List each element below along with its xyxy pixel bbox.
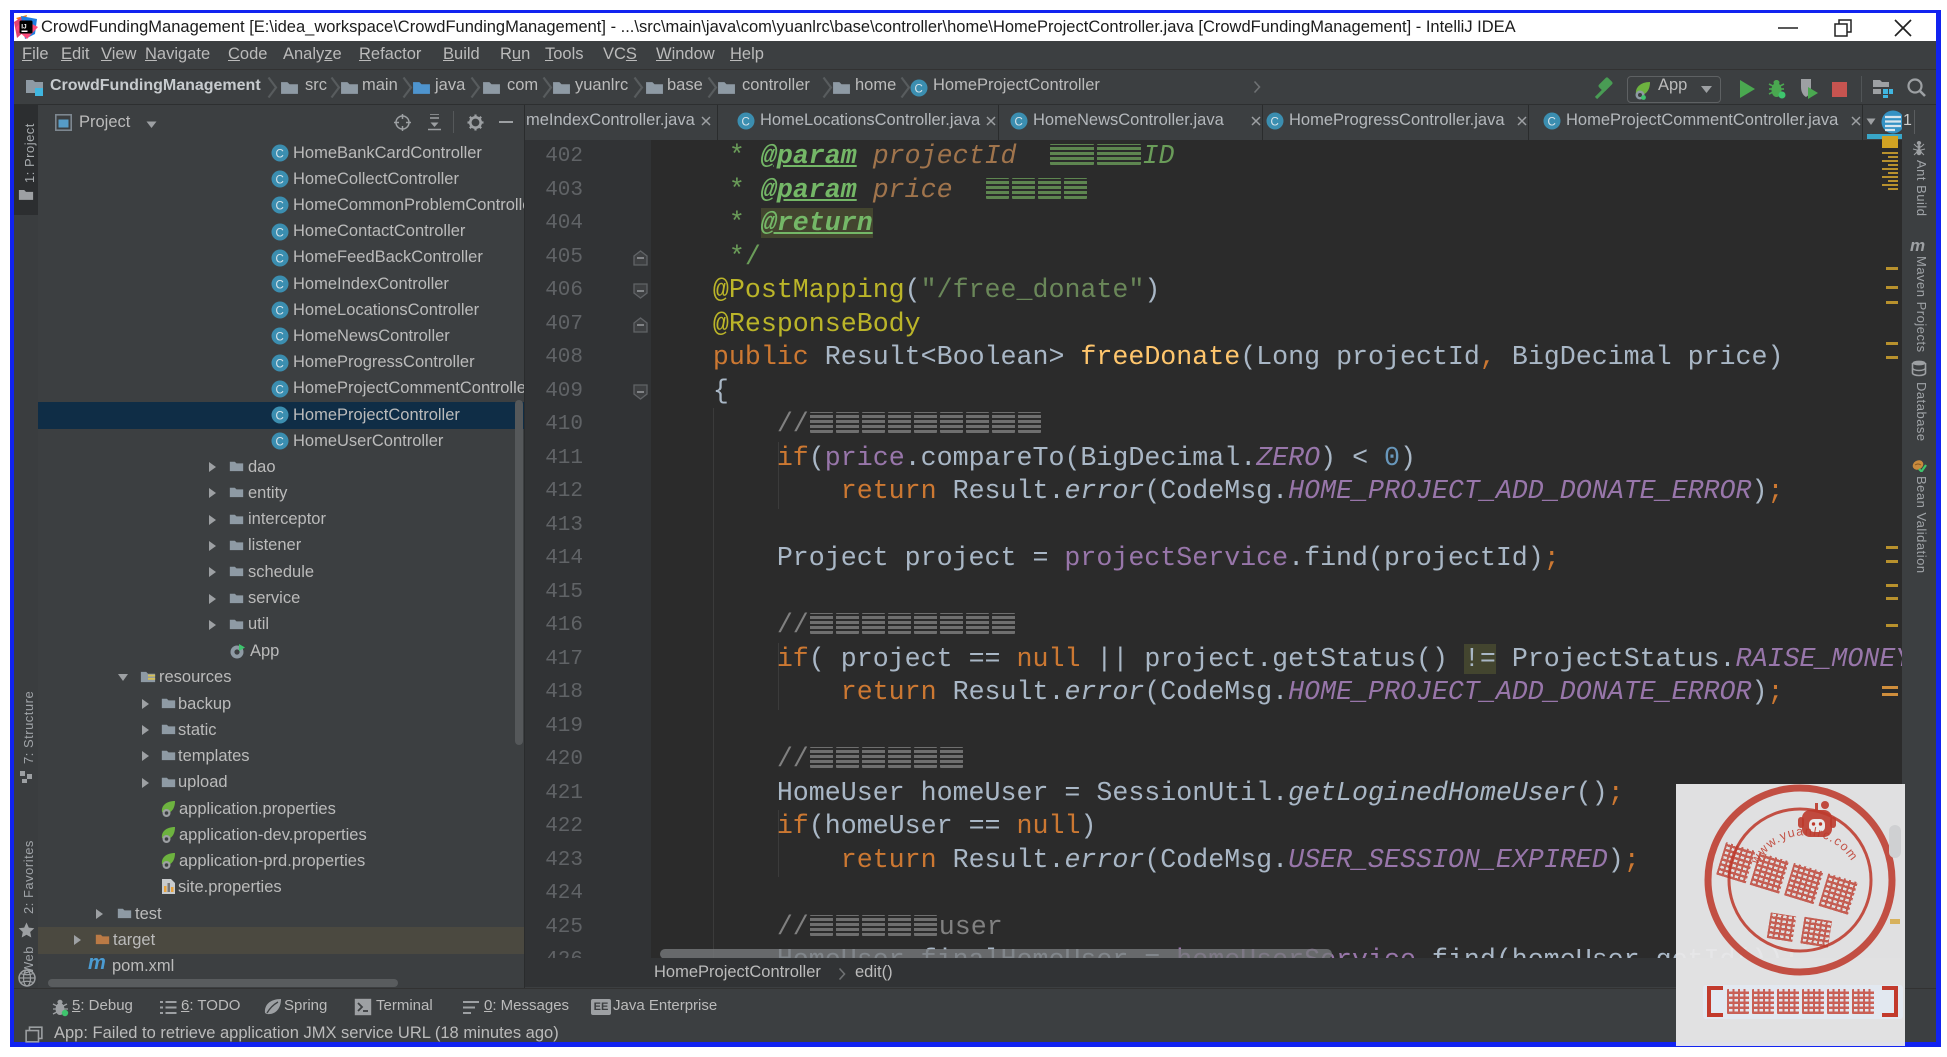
svg-text:C: C bbox=[276, 437, 284, 449]
svg-text:C: C bbox=[276, 332, 284, 344]
svg-text:C: C bbox=[915, 84, 923, 96]
svg-text:C: C bbox=[276, 358, 284, 370]
svg-text:C: C bbox=[1271, 117, 1279, 129]
svg-text:C: C bbox=[276, 201, 284, 213]
svg-text:C: C bbox=[276, 175, 284, 187]
svg-text:C: C bbox=[276, 227, 284, 239]
svg-text:C: C bbox=[276, 149, 284, 161]
svg-text:C: C bbox=[276, 384, 284, 396]
svg-text:C: C bbox=[742, 117, 750, 129]
svg-text:C: C bbox=[1015, 117, 1023, 129]
svg-text:C: C bbox=[276, 253, 284, 265]
svg-text:C: C bbox=[1548, 117, 1556, 129]
svg-text:C: C bbox=[276, 280, 284, 292]
svg-text:C: C bbox=[276, 411, 284, 423]
svg-text:IJ: IJ bbox=[21, 24, 27, 31]
svg-text:C: C bbox=[276, 306, 284, 318]
